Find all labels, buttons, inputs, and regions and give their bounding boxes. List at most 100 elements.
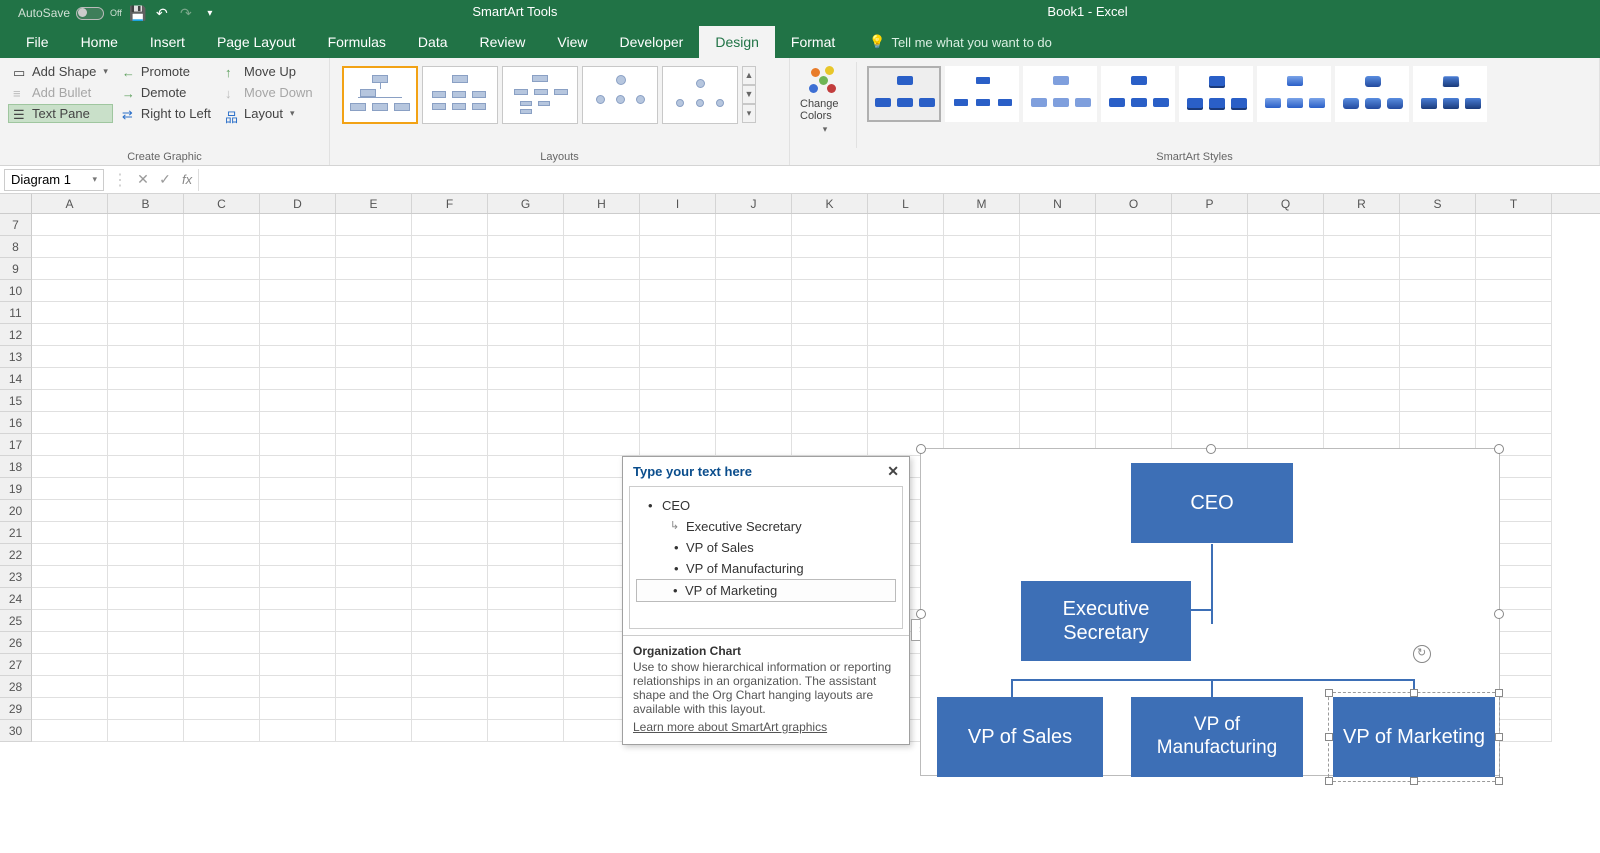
cell[interactable]	[640, 368, 716, 390]
name-box[interactable]: Diagram 1▾	[4, 169, 104, 191]
cell[interactable]	[260, 214, 336, 236]
cell[interactable]	[488, 368, 564, 390]
column-header[interactable]: H	[564, 194, 640, 213]
cell[interactable]	[336, 280, 412, 302]
cell[interactable]	[32, 214, 108, 236]
cell[interactable]	[1400, 390, 1476, 412]
column-header[interactable]: E	[336, 194, 412, 213]
cell[interactable]	[336, 390, 412, 412]
learn-more-link[interactable]: Learn more about SmartArt graphics	[633, 720, 827, 734]
cell[interactable]	[260, 632, 336, 654]
cell[interactable]	[260, 280, 336, 302]
tab-insert[interactable]: Insert	[134, 26, 201, 58]
tab-data[interactable]: Data	[402, 26, 464, 58]
cell[interactable]	[260, 566, 336, 588]
cell[interactable]	[1400, 368, 1476, 390]
row-header[interactable]: 19	[0, 478, 32, 500]
gallery-up-icon[interactable]: ▲	[742, 66, 756, 85]
cell[interactable]	[260, 258, 336, 280]
text-pane-list[interactable]: CEO Executive Secretary VP of Sales VP o…	[629, 486, 903, 629]
cell[interactable]	[108, 478, 184, 500]
cell[interactable]	[1096, 280, 1172, 302]
cell[interactable]	[716, 236, 792, 258]
cell[interactable]	[184, 280, 260, 302]
cell[interactable]	[32, 346, 108, 368]
cell[interactable]	[336, 236, 412, 258]
cell[interactable]	[108, 368, 184, 390]
cell[interactable]	[32, 588, 108, 610]
cell[interactable]	[1400, 412, 1476, 434]
cell[interactable]	[564, 236, 640, 258]
cell[interactable]	[32, 390, 108, 412]
cell[interactable]	[488, 346, 564, 368]
cell[interactable]	[336, 698, 412, 720]
close-icon[interactable]: ✕	[887, 463, 899, 480]
cell[interactable]	[1324, 368, 1400, 390]
tab-page-layout[interactable]: Page Layout	[201, 26, 312, 58]
cell[interactable]	[792, 412, 868, 434]
cell[interactable]	[336, 544, 412, 566]
text-pane-window[interactable]: Type your text here ✕ CEO Executive Secr…	[622, 456, 910, 745]
cell[interactable]	[260, 500, 336, 522]
gallery-down-icon[interactable]: ▼	[742, 85, 756, 104]
cell[interactable]	[184, 302, 260, 324]
cell[interactable]	[412, 324, 488, 346]
cell[interactable]	[32, 434, 108, 456]
column-header[interactable]: F	[412, 194, 488, 213]
list-item[interactable]: VP of Sales	[638, 537, 894, 558]
cell[interactable]	[564, 214, 640, 236]
cell[interactable]	[1096, 236, 1172, 258]
cell[interactable]	[336, 368, 412, 390]
cell[interactable]	[640, 302, 716, 324]
cell[interactable]	[184, 676, 260, 698]
cell[interactable]	[32, 258, 108, 280]
cell[interactable]	[716, 412, 792, 434]
cell[interactable]	[488, 434, 564, 456]
cell[interactable]	[1324, 412, 1400, 434]
smartart-canvas[interactable]: CEO Executive Secretary VP of Sales VP o…	[920, 448, 1500, 776]
cell[interactable]	[32, 368, 108, 390]
cell[interactable]	[1020, 236, 1096, 258]
cell[interactable]	[260, 236, 336, 258]
cell[interactable]	[1476, 324, 1552, 346]
cell[interactable]	[792, 368, 868, 390]
cell[interactable]	[412, 478, 488, 500]
cell[interactable]	[1172, 302, 1248, 324]
cell[interactable]	[1324, 236, 1400, 258]
row-header[interactable]: 11	[0, 302, 32, 324]
cell[interactable]	[792, 214, 868, 236]
add-shape-button[interactable]: ▭Add Shape▾	[8, 62, 113, 81]
tab-format[interactable]: Format	[775, 26, 851, 58]
cell[interactable]	[944, 280, 1020, 302]
column-header[interactable]: R	[1324, 194, 1400, 213]
cell[interactable]	[1172, 324, 1248, 346]
cell[interactable]	[564, 258, 640, 280]
cell[interactable]	[32, 632, 108, 654]
autosave-toggle[interactable]: AutoSave Off	[18, 6, 122, 20]
cell[interactable]	[260, 412, 336, 434]
row-header[interactable]: 30	[0, 720, 32, 742]
cell[interactable]	[260, 390, 336, 412]
row-header[interactable]: 22	[0, 544, 32, 566]
select-all-corner[interactable]	[0, 194, 32, 213]
redo-icon[interactable]: ↷	[178, 5, 194, 21]
cell[interactable]	[412, 412, 488, 434]
cell[interactable]	[412, 610, 488, 632]
cell[interactable]	[412, 302, 488, 324]
cell[interactable]	[640, 280, 716, 302]
column-header[interactable]: G	[488, 194, 564, 213]
org-node-ceo[interactable]: CEO	[1131, 463, 1293, 543]
demote-button[interactable]: →Demote	[117, 83, 216, 102]
cell[interactable]	[1096, 324, 1172, 346]
cell[interactable]	[1324, 324, 1400, 346]
cell[interactable]	[32, 610, 108, 632]
cell[interactable]	[108, 720, 184, 742]
cell[interactable]	[260, 324, 336, 346]
smartart-styles-gallery[interactable]	[863, 62, 1491, 126]
cell[interactable]	[260, 720, 336, 742]
cell[interactable]	[488, 258, 564, 280]
cell[interactable]	[1400, 324, 1476, 346]
row-header[interactable]: 23	[0, 566, 32, 588]
tab-review[interactable]: Review	[464, 26, 542, 58]
cell[interactable]	[1096, 390, 1172, 412]
